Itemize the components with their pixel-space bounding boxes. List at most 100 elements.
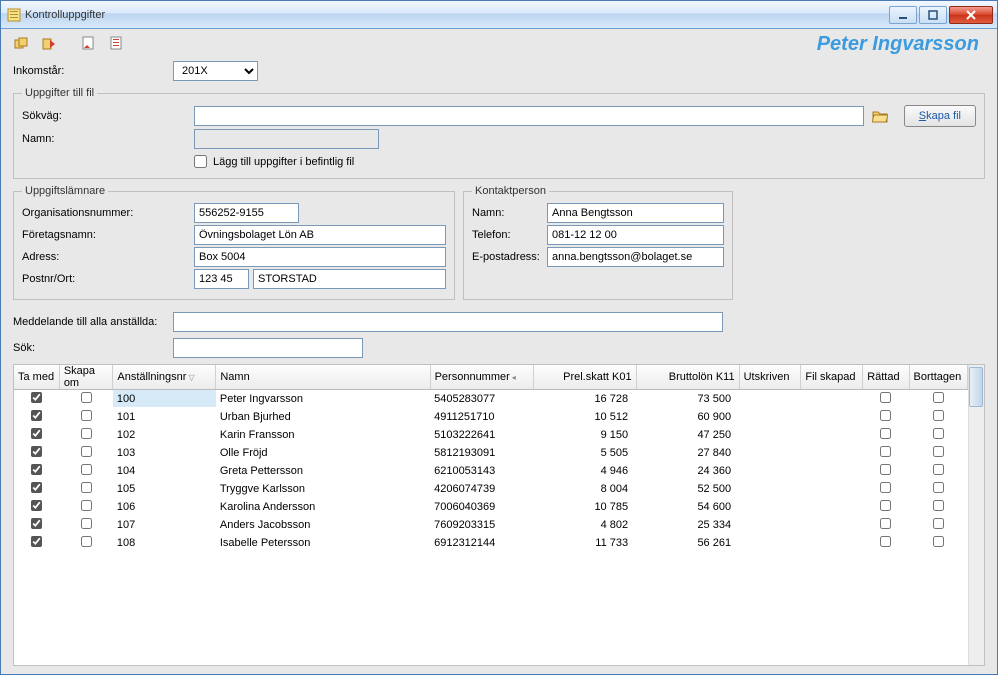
col-empno[interactable]: Anställningsnr▽ [113,365,216,390]
cell-gross: 60 900 [636,408,739,426]
col-printed[interactable]: Utskriven [739,365,801,390]
cell-pretax: 8 004 [533,480,636,498]
create-file-button[interactable]: Skapa fil [904,105,976,127]
removed-checkbox[interactable] [933,536,944,547]
table-row[interactable]: 106Karolina Andersson700604036910 78554 … [14,498,968,516]
cell-filecreated [801,480,863,498]
corrected-checkbox[interactable] [880,482,891,493]
maximize-button[interactable] [919,6,947,24]
append-checkbox-label: Lägg till uppgifter i befintlig fil [213,156,354,168]
include-checkbox[interactable] [31,446,42,457]
cell-gross: 56 261 [636,534,739,552]
append-checkbox[interactable] [194,155,207,168]
search-input[interactable] [173,338,363,358]
recreate-checkbox[interactable] [81,536,92,547]
cell-pretax: 16 728 [533,390,636,408]
col-recreate[interactable]: Skapa om [59,365,113,390]
col-pretax[interactable]: Prel.skatt K01 [533,365,636,390]
toolbar-btn-1[interactable] [11,34,31,54]
col-filecreated[interactable]: Fil skapad [801,365,863,390]
close-button[interactable] [949,6,993,24]
browse-folder-icon[interactable] [868,106,892,126]
cell-filecreated [801,444,863,462]
address-input[interactable] [194,247,446,267]
include-checkbox[interactable] [31,500,42,511]
income-year-select[interactable]: 201X [173,61,258,81]
removed-checkbox[interactable] [933,392,944,403]
table-row[interactable]: 108Isabelle Petersson691231214411 73356 … [14,534,968,552]
company-input[interactable] [194,225,446,245]
corrected-checkbox[interactable] [880,464,891,475]
message-input[interactable] [173,312,723,332]
contact-phone-input[interactable] [547,225,724,245]
removed-checkbox[interactable] [933,428,944,439]
removed-checkbox[interactable] [933,518,944,529]
recreate-checkbox[interactable] [81,500,92,511]
scroll-thumb[interactable] [969,367,983,407]
include-checkbox[interactable] [31,410,42,421]
cell-ssn: 5405283077 [430,390,533,408]
corrected-checkbox[interactable] [880,518,891,529]
employee-grid: Ta med Skapa om Anställningsnr▽ Namn Per… [13,364,985,666]
cell-pretax: 4 946 [533,462,636,480]
org-input[interactable] [194,203,299,223]
postal-input[interactable] [194,269,249,289]
removed-checkbox[interactable] [933,500,944,511]
provider-group: Uppgiftslämnare Organisationsnummer: För… [13,185,455,300]
include-checkbox[interactable] [31,464,42,475]
corrected-checkbox[interactable] [880,500,891,511]
col-removed[interactable]: Borttagen [909,365,967,390]
col-include[interactable]: Ta med [14,365,59,390]
cell-ssn: 4911251710 [430,408,533,426]
include-checkbox[interactable] [31,428,42,439]
city-input[interactable] [253,269,446,289]
cell-filecreated [801,426,863,444]
col-corrected[interactable]: Rättad [863,365,909,390]
contact-phone-label: Telefon: [472,229,547,241]
removed-checkbox[interactable] [933,482,944,493]
scrollbar-vertical[interactable] [968,365,984,665]
recreate-checkbox[interactable] [81,518,92,529]
removed-checkbox[interactable] [933,464,944,475]
corrected-checkbox[interactable] [880,410,891,421]
minimize-button[interactable] [889,6,917,24]
col-gross[interactable]: Bruttolön K11 [636,365,739,390]
include-checkbox[interactable] [31,518,42,529]
corrected-checkbox[interactable] [880,536,891,547]
removed-checkbox[interactable] [933,446,944,457]
removed-checkbox[interactable] [933,410,944,421]
cell-printed [739,480,801,498]
table-row[interactable]: 104Greta Pettersson62100531434 94624 360 [14,462,968,480]
recreate-checkbox[interactable] [81,482,92,493]
toolbar: Peter Ingvarsson [1,29,997,59]
include-checkbox[interactable] [31,392,42,403]
include-checkbox[interactable] [31,482,42,493]
recreate-checkbox[interactable] [81,410,92,421]
table-row[interactable]: 103Olle Fröjd58121930915 50527 840 [14,444,968,462]
toolbar-btn-2[interactable] [39,34,59,54]
corrected-checkbox[interactable] [880,392,891,403]
contact-email-input[interactable] [547,247,724,267]
cell-pretax: 5 505 [533,444,636,462]
table-row[interactable]: 105Tryggve Karlsson42060747398 00452 500 [14,480,968,498]
recreate-checkbox[interactable] [81,428,92,439]
corrected-checkbox[interactable] [880,446,891,457]
path-input[interactable] [194,106,864,126]
cell-name: Karin Fransson [216,426,430,444]
recreate-checkbox[interactable] [81,392,92,403]
toolbar-btn-4[interactable] [107,34,127,54]
corrected-checkbox[interactable] [880,428,891,439]
col-name[interactable]: Namn [216,365,430,390]
table-row[interactable]: 102Karin Fransson51032226419 15047 250 [14,426,968,444]
include-checkbox[interactable] [31,536,42,547]
recreate-checkbox[interactable] [81,446,92,457]
table-row[interactable]: 101Urban Bjurhed491125171010 51260 900 [14,408,968,426]
cell-printed [739,534,801,552]
table-row[interactable]: 100Peter Ingvarsson540528307716 72873 50… [14,390,968,408]
recreate-checkbox[interactable] [81,464,92,475]
toolbar-btn-3[interactable] [79,34,99,54]
table-row[interactable]: 107Anders Jacobsson76092033154 80225 334 [14,516,968,534]
contact-name-input[interactable] [547,203,724,223]
cell-empno: 105 [113,480,216,498]
col-ssn[interactable]: Personnummer◂ [430,365,533,390]
